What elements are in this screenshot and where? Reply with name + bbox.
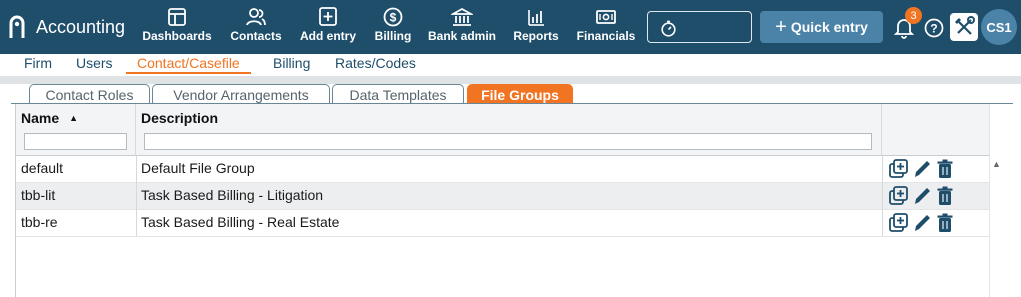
- svg-text:?: ?: [930, 22, 937, 36]
- plus-icon: +: [775, 16, 787, 38]
- svg-text:$: $: [390, 11, 397, 25]
- tools-icon: [955, 16, 975, 35]
- subnav-contact-casefile[interactable]: Contact/Casefile: [126, 55, 251, 74]
- edit-pencil-icon[interactable]: [912, 158, 932, 180]
- vertical-scrollbar[interactable]: ▲: [989, 104, 1001, 297]
- scroll-up-icon[interactable]: ▲: [992, 159, 1001, 169]
- quick-entry-button[interactable]: + Quick entry: [760, 11, 883, 43]
- app-logo-icon: [9, 15, 25, 38]
- tab-vendor-arrangements[interactable]: Vendor Arrangements: [152, 84, 330, 104]
- tab-bar: Contact Roles Vendor Arrangements Data T…: [0, 84, 1021, 104]
- table-row[interactable]: tbb-lit Task Based Billing - Litigation: [16, 183, 989, 210]
- subnav-users[interactable]: Users: [76, 55, 113, 71]
- nav-label: Contacts: [230, 29, 282, 43]
- dollar-icon: $: [383, 7, 403, 27]
- trash-icon[interactable]: [936, 158, 954, 180]
- nav-billing[interactable]: $ Billing: [372, 7, 414, 49]
- column-description-label: Description: [141, 110, 219, 126]
- tab-contact-roles[interactable]: Contact Roles: [29, 84, 150, 104]
- nav-label: Add entry: [299, 29, 356, 43]
- table-row[interactable]: default Default File Group: [16, 156, 989, 183]
- bar-chart-icon: [528, 10, 544, 26]
- trash-icon[interactable]: [936, 185, 954, 207]
- column-header-description[interactable]: Description: [136, 104, 882, 156]
- name-filter-input[interactable]: [24, 133, 127, 150]
- stopwatch-icon: [661, 20, 676, 37]
- file-groups-table: Name ▲ Description default Default File …: [15, 104, 1001, 297]
- bank-icon: [451, 7, 473, 26]
- top-bar: Accounting Dashboards Contacts Add entry…: [0, 0, 1021, 54]
- app-brand[interactable]: Accounting: [8, 0, 125, 54]
- nav-bank-admin[interactable]: Bank admin: [427, 7, 497, 49]
- timer-field[interactable]: [647, 11, 752, 43]
- cell-name: default: [21, 160, 64, 176]
- app-name: Accounting: [36, 16, 126, 37]
- tab-file-groups[interactable]: File Groups: [467, 84, 573, 104]
- dashboard-icon: [168, 8, 186, 26]
- trash-icon[interactable]: [936, 212, 954, 234]
- column-header-name[interactable]: Name ▲: [16, 104, 136, 156]
- nav-dashboards[interactable]: Dashboards: [142, 7, 212, 49]
- duplicate-icon[interactable]: [888, 185, 910, 207]
- column-header-actions: [882, 104, 989, 156]
- add-entry-icon: [319, 7, 337, 26]
- subnav-firm[interactable]: Firm: [24, 55, 52, 71]
- nav-label: Reports: [513, 29, 559, 43]
- column-name-label: Name: [21, 110, 60, 126]
- duplicate-icon[interactable]: [888, 212, 910, 234]
- cell-name: tbb-lit: [21, 187, 56, 203]
- sort-ascending-icon: ▲: [69, 113, 79, 123]
- edit-pencil-icon[interactable]: [912, 212, 932, 234]
- help-icon[interactable]: ?: [924, 18, 944, 38]
- nav-reports[interactable]: Reports: [512, 7, 560, 49]
- notification-badge: 3: [905, 7, 922, 24]
- subnav-rates-codes[interactable]: Rates/Codes: [335, 55, 416, 71]
- cell-name: tbb-re: [21, 214, 58, 230]
- nav-contacts[interactable]: Contacts: [227, 7, 285, 49]
- nav-label: Bank admin: [427, 29, 496, 43]
- nav-add-entry[interactable]: Add entry: [298, 7, 358, 49]
- avatar[interactable]: CS1: [981, 9, 1017, 45]
- column-divider: [136, 156, 137, 236]
- nav-financials[interactable]: Financials: [576, 7, 636, 49]
- sub-navigation: Firm Users Contact/Casefile Billing Rate…: [0, 54, 1021, 76]
- tab-data-templates[interactable]: Data Templates: [332, 84, 464, 104]
- subnav-divider: [0, 76, 1021, 84]
- table-row[interactable]: tbb-re Task Based Billing - Real Estate: [16, 210, 989, 237]
- duplicate-icon[interactable]: [888, 158, 910, 180]
- table-header: Name ▲ Description: [16, 104, 989, 156]
- description-filter-input[interactable]: [144, 133, 872, 150]
- cash-icon: [596, 10, 616, 24]
- subnav-billing[interactable]: Billing: [273, 55, 310, 71]
- contacts-icon: [246, 8, 266, 26]
- quick-entry-label: Quick entry: [790, 19, 868, 35]
- nav-label: Dashboards: [142, 29, 212, 43]
- cell-description: Task Based Billing - Litigation: [141, 187, 324, 203]
- column-divider: [882, 156, 883, 236]
- settings-tools-button[interactable]: [950, 13, 978, 41]
- cell-description: Default File Group: [141, 160, 255, 176]
- nav-label: Financials: [576, 29, 636, 43]
- edit-pencil-icon[interactable]: [912, 185, 932, 207]
- nav-label: Billing: [374, 29, 412, 43]
- cell-description: Task Based Billing - Real Estate: [141, 214, 340, 230]
